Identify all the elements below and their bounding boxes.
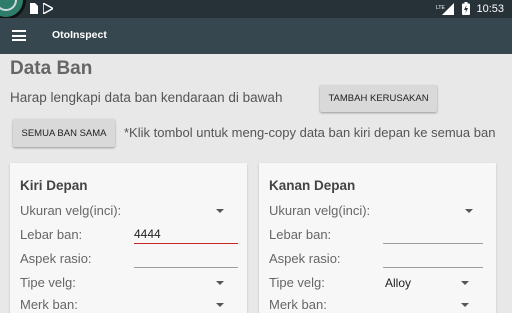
aspect-ratio-label: Aspek rasio: (269, 251, 341, 266)
add-damage-button[interactable]: TAMBAH KERUSAKAN (320, 85, 437, 112)
rim-type-value[interactable]: Alloy (385, 276, 411, 290)
sim-card-icon (30, 3, 38, 14)
copy-note-text: *Klik tombol untuk meng-copy data ban ki… (124, 125, 496, 140)
tire-brand-dropdown-icon[interactable] (461, 303, 469, 307)
aspect-ratio-input[interactable] (134, 251, 238, 268)
status-bar: LTE 10:53 (0, 0, 512, 20)
rim-size-dropdown-icon[interactable] (216, 209, 224, 213)
svg-text:LTE: LTE (436, 5, 445, 11)
rim-size-label: Ukuran velg(inci): (269, 203, 371, 218)
card-front-right: Kanan Depan Ukuran velg(inci): Lebar ban… (259, 163, 496, 313)
aspect-ratio-input[interactable] (383, 251, 483, 268)
card-front-left: Kiri Depan Ukuran velg(inci): Lebar ban:… (10, 163, 247, 313)
card-title: Kanan Depan (269, 178, 356, 193)
width-input[interactable]: 4444 (134, 227, 238, 244)
hamburger-menu-icon[interactable] (12, 30, 26, 41)
width-label: Lebar ban: (20, 227, 83, 242)
status-time: 10:53 (476, 2, 504, 15)
width-input[interactable] (383, 227, 483, 244)
rim-size-dropdown-icon[interactable] (465, 209, 473, 213)
app-title: OtoInspect (52, 29, 107, 41)
rim-type-label: Tipe velg: (269, 275, 325, 290)
play-store-icon (43, 3, 53, 14)
battery-icon (462, 2, 471, 15)
aspect-ratio-label: Aspek rasio: (20, 251, 92, 266)
all-same-button[interactable]: SEMUA BAN SAMA (13, 119, 115, 147)
signal-icon: LTE (436, 2, 455, 15)
page-title: Data Ban (10, 58, 93, 79)
rim-type-label: Tipe velg: (20, 275, 76, 290)
card-title: Kiri Depan (20, 178, 88, 193)
width-label: Lebar ban: (269, 227, 332, 242)
rim-size-label: Ukuran velg(inci): (20, 203, 122, 218)
status-bar-right: LTE 10:53 (436, 2, 504, 15)
app-logo-icon (0, 0, 26, 20)
tire-brand-label: Merk ban: (20, 297, 78, 312)
instruction-text: Harap lengkapi data ban kendaraan di baw… (10, 90, 283, 105)
tire-brand-label: Merk ban: (269, 297, 327, 312)
tire-brand-dropdown-icon[interactable] (216, 303, 224, 307)
rim-type-dropdown-icon[interactable] (216, 281, 224, 285)
rim-type-dropdown-icon[interactable] (461, 281, 469, 285)
app-bar: OtoInspect (0, 18, 512, 54)
